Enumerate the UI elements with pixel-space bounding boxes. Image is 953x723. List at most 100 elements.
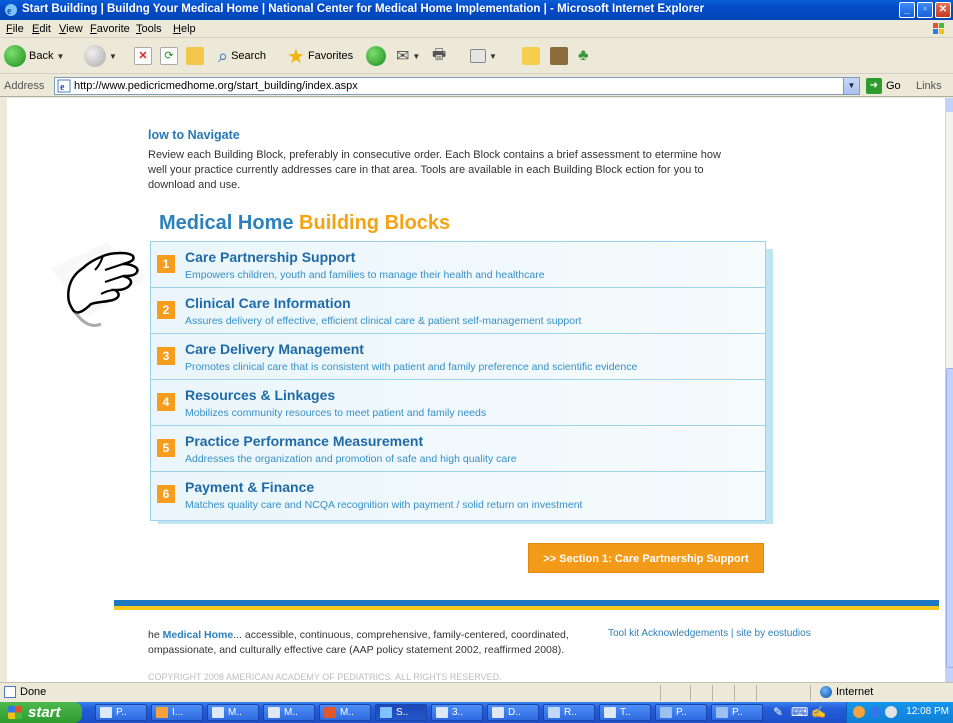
back-label: Back	[29, 50, 54, 62]
document-icon	[436, 707, 448, 718]
block-name[interactable]: Care Delivery Management	[185, 341, 364, 357]
title-part-2: Building Blocks	[299, 212, 451, 234]
block-name[interactable]: Care Partnership Support	[185, 249, 355, 265]
footer-medical-home: Medical Home	[162, 629, 234, 641]
page-content: low to Navigate Review each Building Blo…	[7, 98, 945, 682]
block-name[interactable]: Resources & Linkages	[185, 387, 335, 403]
taskbar-item[interactable]: P..	[711, 704, 763, 721]
maximize-button[interactable]: ▫	[917, 2, 933, 18]
status-divider	[734, 685, 735, 701]
scroll-down-button[interactable]	[946, 668, 953, 682]
taskbar-item[interactable]: M..	[207, 704, 259, 721]
title-bar[interactable]: e Start Building | Buildng Your Medical …	[0, 0, 953, 20]
menu-file[interactable]: File	[6, 23, 24, 35]
status-text: Done	[20, 686, 47, 698]
folder-icon	[522, 47, 540, 65]
vertical-scrollbar[interactable]	[945, 98, 953, 682]
search-button[interactable]: ⌕ Search	[218, 44, 266, 68]
stop-icon: ✕	[134, 47, 152, 65]
windows-logo-icon	[933, 23, 944, 34]
taskbar-item[interactable]: I...	[151, 704, 203, 721]
edit-button[interactable]: ▼	[470, 44, 497, 68]
refresh-button[interactable]: ⟳	[160, 44, 178, 68]
footer-links[interactable]: Tool kit Acknowledgements | site by eost…	[608, 628, 811, 639]
system-tray: 12:08 PM	[846, 702, 953, 723]
address-url: http://www.pedicricmedhome.org/start_bui…	[74, 80, 358, 92]
taskbar-item-active[interactable]: S..	[375, 704, 427, 721]
mail-button[interactable]: ✉ ▼	[396, 44, 420, 68]
stop-button[interactable]: ✕	[134, 44, 152, 68]
search-icon: ⌕	[218, 45, 229, 66]
go-button[interactable]: ➜ Go	[866, 78, 901, 94]
title-part-1: Medical Home	[159, 212, 294, 234]
favorites-button[interactable]: ★ Favorites	[287, 44, 353, 68]
taskbar-item[interactable]: 3..	[431, 704, 483, 721]
print-button[interactable]: 🖶	[432, 44, 446, 68]
forward-button[interactable]: ▼	[84, 44, 117, 68]
building-blocks: 1 Care Partnership Support Empowers chil…	[150, 241, 773, 524]
menu-edit[interactable]: Edit	[32, 23, 51, 35]
favorites-label: Favorites	[307, 50, 354, 62]
address-label: Address	[4, 80, 45, 92]
taskbar-item[interactable]: P..	[655, 704, 707, 721]
help-icon[interactable]: ✍	[811, 705, 826, 719]
taskbar-item[interactable]: P..	[95, 704, 147, 721]
folder-button[interactable]	[522, 44, 540, 68]
block-desc: Addresses the organization and promotion…	[185, 453, 517, 465]
address-bar: Address e http://www.pedicricmedhome.org…	[0, 75, 953, 97]
history-button[interactable]	[366, 44, 386, 68]
menu-favorite[interactable]: Favorite	[90, 23, 130, 35]
block-2[interactable]: 2 Clinical Care Information Assures deli…	[151, 288, 765, 334]
start-button[interactable]: start	[0, 702, 82, 723]
go-arrow-icon: ➜	[866, 78, 882, 94]
address-input[interactable]: e http://www.pedicricmedhome.org/start_b…	[54, 77, 860, 95]
status-done: Done	[4, 686, 46, 698]
block-3[interactable]: 3 Care Delivery Management Promotes clin…	[151, 334, 765, 380]
block-name[interactable]: Payment & Finance	[185, 479, 314, 495]
messenger-button[interactable]: ♣	[578, 44, 589, 68]
links-button[interactable]: Links	[916, 80, 942, 92]
block-1[interactable]: 1 Care Partnership Support Empowers chil…	[151, 242, 765, 288]
home-button[interactable]	[186, 44, 204, 68]
history-icon	[366, 46, 386, 66]
block-number: 2	[157, 301, 175, 319]
taskbar-item[interactable]: M..	[319, 704, 371, 721]
menu-bar: File Edit View Favorite Tools Help	[0, 20, 953, 38]
section-1-button[interactable]: >> Section 1: Care Partnership Support	[528, 543, 764, 573]
menu-view[interactable]: View	[59, 23, 83, 35]
scroll-thumb[interactable]	[946, 368, 953, 668]
nav-text: Review each Building Block, preferably i…	[148, 149, 721, 191]
home-icon	[186, 47, 204, 65]
menu-help[interactable]: Help	[173, 23, 196, 35]
taskbar-item[interactable]: R..	[543, 704, 595, 721]
status-divider	[756, 685, 757, 701]
tray-network-icon[interactable]	[869, 706, 881, 718]
minimize-button[interactable]: _	[899, 2, 915, 18]
chevron-down-icon[interactable]: ▼	[843, 78, 859, 94]
taskbar-item[interactable]: D..	[487, 704, 539, 721]
tray-volume-icon[interactable]	[885, 706, 897, 718]
block-4[interactable]: 4 Resources & Linkages Mobilizes communi…	[151, 380, 765, 426]
svg-text:e: e	[60, 82, 65, 93]
menu-tools[interactable]: Tools	[136, 23, 162, 35]
block-name[interactable]: Practice Performance Measurement	[185, 433, 423, 449]
tray-app-icon[interactable]	[853, 706, 865, 718]
taskbar-item[interactable]: M..	[263, 704, 315, 721]
language-icon[interactable]: ⌨	[791, 705, 808, 719]
block-6[interactable]: 6 Payment & Finance Matches quality care…	[151, 472, 765, 518]
close-button[interactable]: ✕	[935, 2, 951, 18]
page-icon	[4, 686, 16, 698]
nav-heading: low to Navigate	[148, 128, 240, 142]
refresh-icon: ⟳	[160, 47, 178, 65]
back-button[interactable]: Back ▼	[4, 44, 64, 68]
pointing-hand-icon	[51, 242, 147, 327]
research-button[interactable]	[550, 44, 568, 68]
pen-icon[interactable]: ✎	[773, 705, 783, 719]
chevron-down-icon: ▼	[412, 51, 421, 61]
block-5[interactable]: 5 Practice Performance Measurement Addre…	[151, 426, 765, 472]
taskbar-item[interactable]: T..	[599, 704, 651, 721]
scroll-up-button[interactable]	[946, 98, 953, 112]
status-bar: Done Internet	[0, 682, 953, 702]
forward-arrow-icon	[84, 45, 106, 67]
block-name[interactable]: Clinical Care Information	[185, 295, 351, 311]
